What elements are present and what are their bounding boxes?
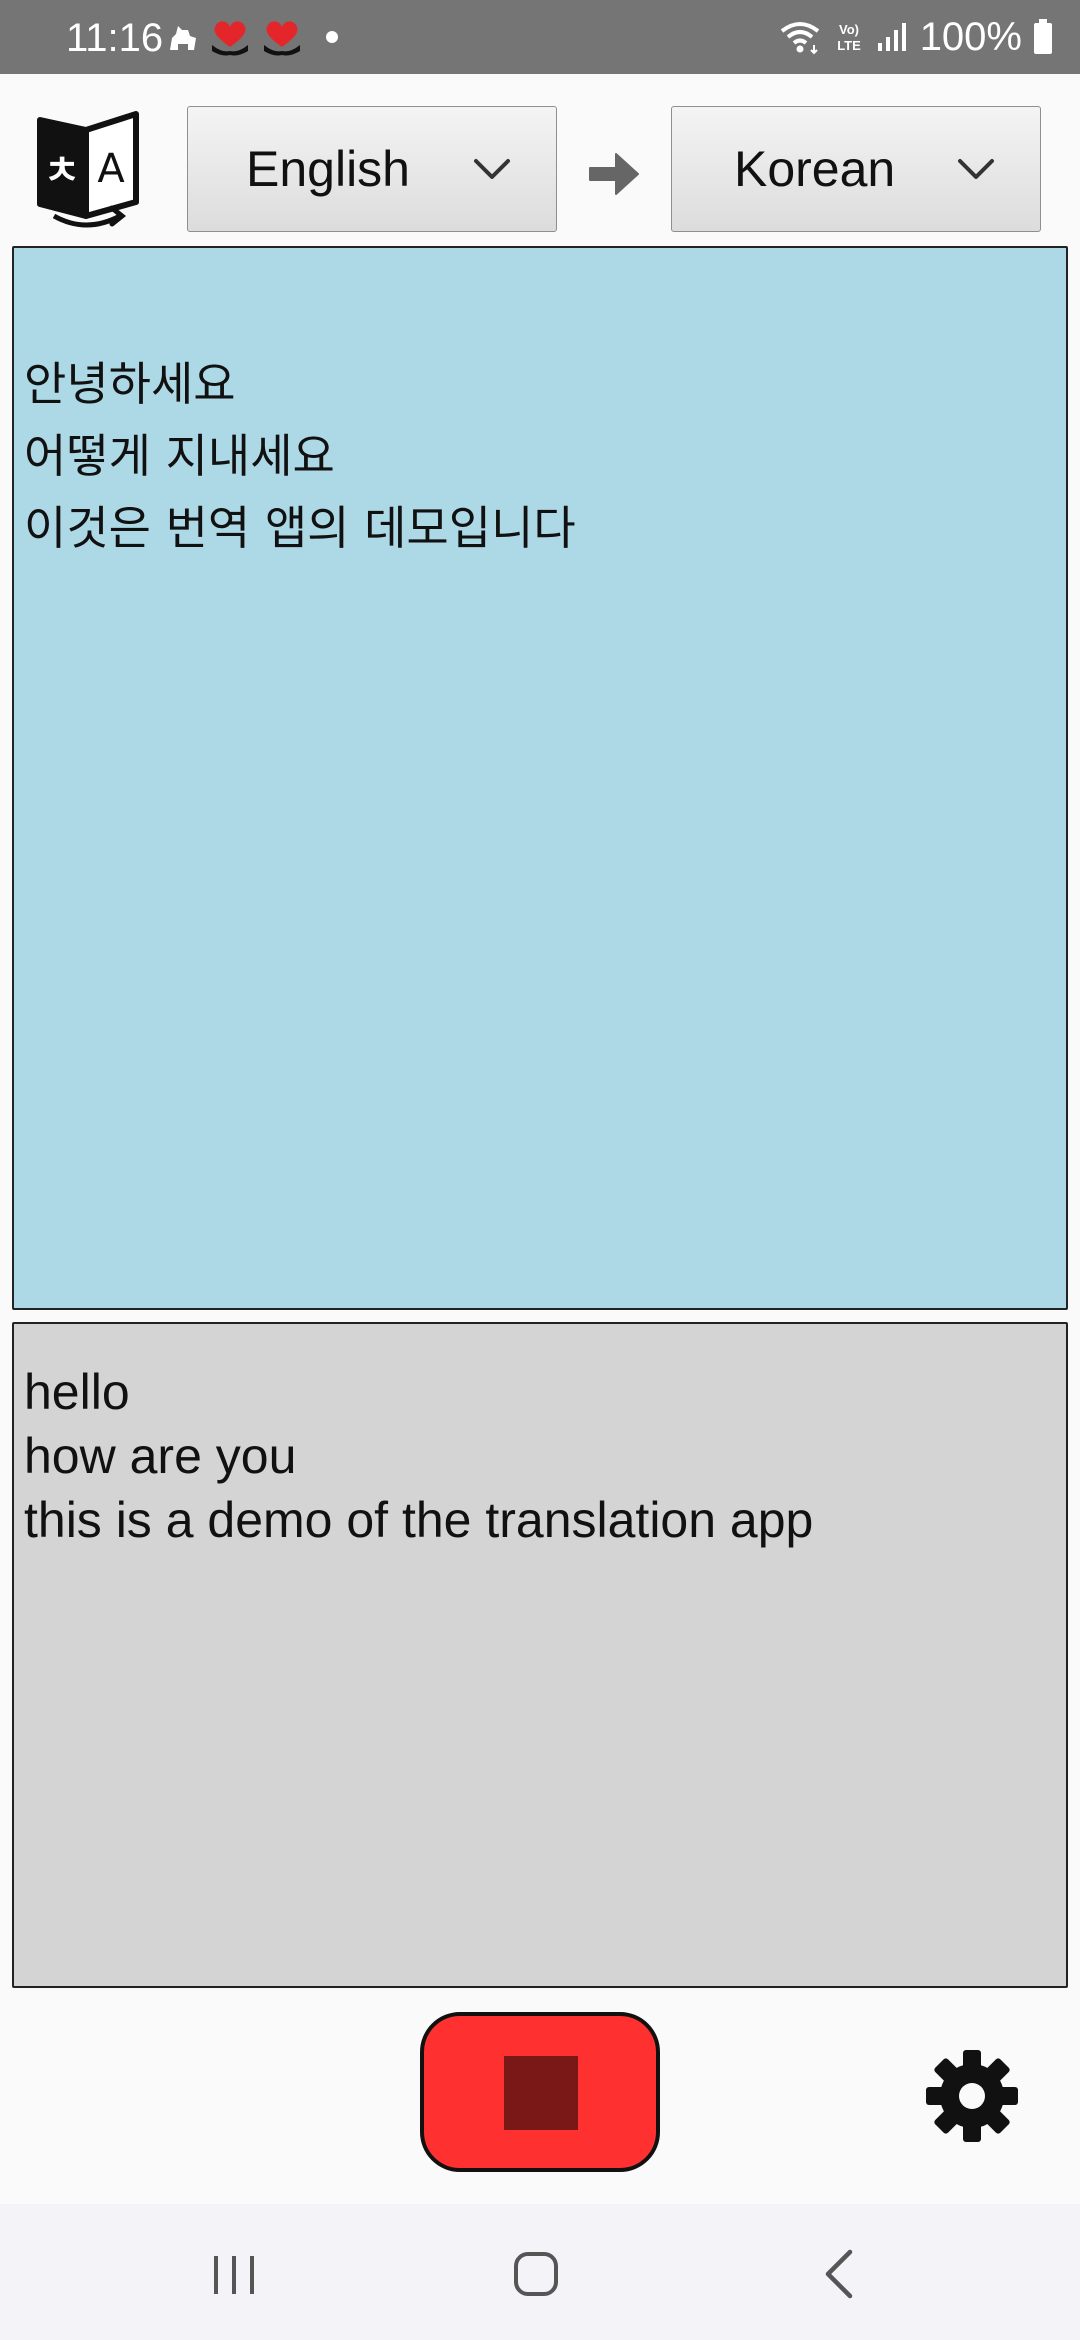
svg-text:Vo): Vo) bbox=[839, 22, 859, 37]
status-system-icons: Vo) LTE 100% bbox=[778, 14, 1054, 60]
chevron-down-icon bbox=[474, 159, 510, 179]
recents-icon[interactable] bbox=[194, 2242, 274, 2306]
arrow-right-icon bbox=[589, 153, 639, 195]
chevron-down-icon bbox=[958, 159, 994, 179]
target-language-label: Korean bbox=[734, 141, 896, 197]
app-screen: 11:16 Vo) LTE 100% ㅊ A English Korean 안녕… bbox=[0, 0, 1080, 2340]
translate-logo-icon: ㅊ A bbox=[37, 111, 139, 228]
target-language-select[interactable]: Korean bbox=[671, 106, 1041, 232]
translation-output-panel[interactable]: 안녕하세요 어떻게 지내세요 이것은 번역 앱의 데모입니다 bbox=[12, 246, 1068, 1310]
status-time: 11:16 bbox=[66, 16, 164, 60]
language-toolbar: ㅊ A English Korean bbox=[0, 74, 1080, 244]
svg-text:A: A bbox=[97, 146, 125, 192]
stop-recording-button[interactable] bbox=[420, 2012, 660, 2172]
notification-dot bbox=[326, 31, 338, 43]
svg-text:LTE: LTE bbox=[837, 38, 861, 53]
source-line: this is a demo of the translation app bbox=[24, 1492, 814, 1548]
translation-line: 안녕하세요 bbox=[24, 357, 236, 411]
signal-icon bbox=[877, 23, 906, 51]
translation-line: 이것은 번역 앱의 데모입니다 bbox=[24, 501, 576, 555]
source-language-label: English bbox=[246, 141, 410, 197]
svg-text:ㅊ: ㅊ bbox=[44, 148, 81, 194]
back-icon[interactable] bbox=[800, 2242, 880, 2306]
battery-icon bbox=[1034, 19, 1052, 54]
dog-icon bbox=[170, 26, 196, 50]
wifi-icon bbox=[780, 22, 819, 55]
heart-hands-icon bbox=[264, 21, 300, 56]
heart-hands-icon bbox=[212, 21, 248, 56]
battery-percentage: 100% bbox=[919, 15, 1022, 59]
source-line: how are you bbox=[24, 1428, 297, 1484]
source-transcript-panel[interactable]: hello how are you this is a demo of the … bbox=[12, 1322, 1068, 1988]
source-language-select[interactable]: English bbox=[187, 106, 557, 232]
home-icon[interactable] bbox=[496, 2242, 576, 2306]
status-bar: 11:16 Vo) LTE 100% bbox=[0, 0, 1080, 74]
translation-text: 안녕하세요 어떻게 지내세요 이것은 번역 앱의 데모입니다 bbox=[24, 348, 576, 564]
stop-icon bbox=[504, 2056, 578, 2130]
status-notification-icons bbox=[166, 14, 338, 60]
system-navigation-bar bbox=[0, 2204, 1080, 2340]
source-line: hello bbox=[24, 1364, 130, 1420]
volte-icon: Vo) LTE bbox=[837, 22, 861, 53]
source-text: hello how are you this is a demo of the … bbox=[24, 1360, 813, 1552]
translation-line: 어떻게 지내세요 bbox=[24, 429, 335, 483]
gear-icon[interactable] bbox=[922, 2046, 1022, 2146]
